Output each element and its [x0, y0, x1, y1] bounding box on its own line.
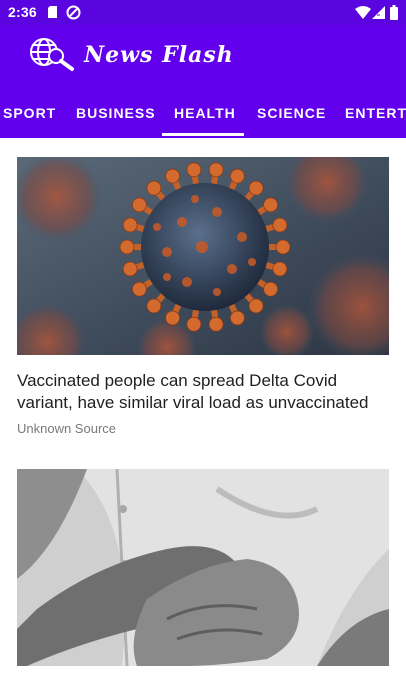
sd-card-icon — [47, 5, 58, 24]
status-time: 2:36 — [8, 4, 37, 20]
wifi-icon — [355, 6, 371, 24]
article-image-coronavirus[interactable] — [17, 157, 389, 355]
signal-icon — [372, 6, 385, 24]
article-headline[interactable]: Vaccinated people can spread Delta Covid… — [17, 370, 391, 414]
tab-entertainment[interactable]: ENTERTA — [345, 105, 406, 121]
battery-icon — [390, 5, 398, 25]
app-title: News Flash — [84, 42, 234, 68]
tab-business[interactable]: BUSINESS — [76, 105, 156, 121]
app-bar: News Flash — [0, 25, 406, 85]
status-bar: 2:36 — [0, 0, 406, 25]
selected-tab-indicator — [162, 133, 244, 136]
tab-sport[interactable]: SPORT — [3, 105, 56, 121]
tab-science[interactable]: SCIENCE — [257, 105, 326, 121]
sync-icon — [66, 5, 81, 25]
article-headline-line-2: variant, have similar viral load as unva… — [17, 393, 369, 412]
tab-health[interactable]: HEALTH — [174, 105, 236, 121]
article-source: Unknown Source — [17, 421, 116, 436]
article-image-chest-pain[interactable] — [17, 469, 389, 666]
article-headline-line-1: Vaccinated people can spread Delta Covid — [17, 371, 338, 390]
category-tabs: SPORT BUSINESS HEALTH SCIENCE ENTERTA — [0, 85, 406, 138]
globe-search-icon — [28, 36, 76, 72]
